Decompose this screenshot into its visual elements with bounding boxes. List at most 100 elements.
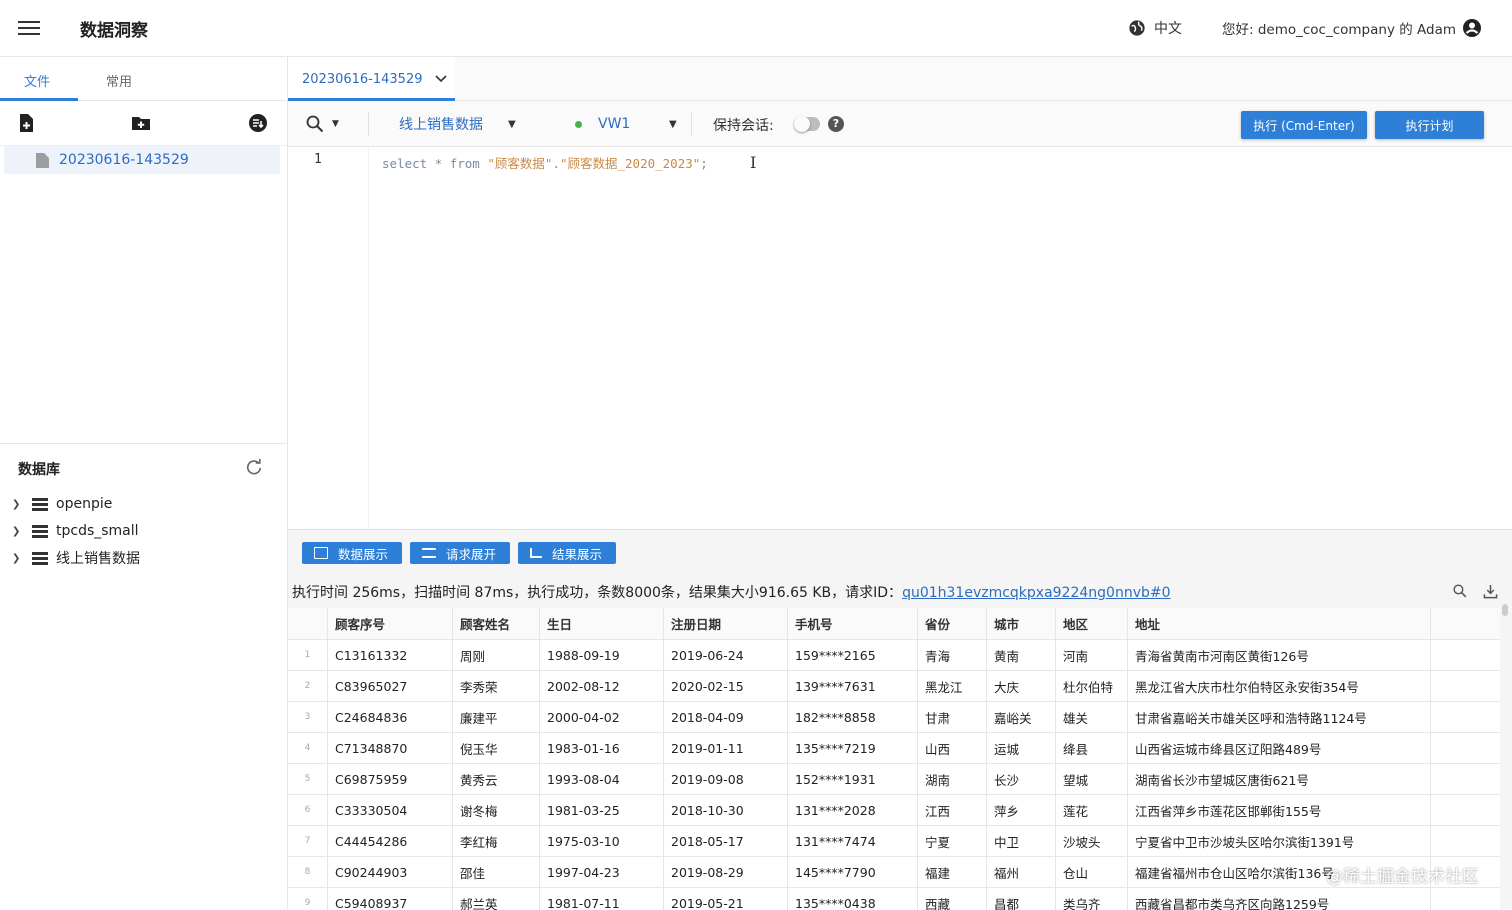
column-header[interactable]: 地址: [1128, 608, 1431, 639]
column-header[interactable]: 手机号: [788, 608, 918, 639]
column-header[interactable]: 顾客姓名: [453, 608, 540, 639]
db-item-openpie[interactable]: ❯ openpie: [12, 492, 112, 516]
column-header[interactable]: 地区: [1056, 608, 1128, 639]
user-menu[interactable]: 您好: demo_coc_company 的 Adam: [1222, 18, 1482, 38]
run-button[interactable]: 执行 (Cmd-Enter): [1241, 111, 1367, 139]
table-cell: 山西: [918, 733, 987, 763]
table-cell: 1975-03-10: [540, 826, 664, 856]
db-item-online-sales[interactable]: ❯ 线上销售数据: [12, 546, 140, 570]
download-icon[interactable]: [1483, 584, 1498, 599]
table-row[interactable]: 3 C24684836 廉建平 2000-04-02 2018-04-09 182****…: [288, 702, 1500, 733]
refresh-icon[interactable]: [245, 458, 263, 476]
subdirectory-arrow-icon: [530, 548, 543, 558]
column-header[interactable]: 生日: [540, 608, 664, 639]
table-row[interactable]: 2 C83965027 李秀荣 2002-08-12 2020-02-15 139****…: [288, 671, 1500, 702]
table-cell: 135****7219: [788, 733, 918, 763]
table-cell: 145****7790: [788, 857, 918, 887]
request-expand-button[interactable]: 请求展开: [410, 542, 511, 564]
table-row[interactable]: 7 C44454286 李红梅 1975-03-10 2018-05-17 131****…: [288, 826, 1500, 857]
table-cell: C33330504: [328, 795, 453, 825]
table-cell: 江西省萍乡市莲花区邯郸街155号: [1128, 795, 1431, 825]
table-cell: C83965027: [328, 671, 453, 701]
help-icon[interactable]: ?: [828, 116, 844, 132]
keep-session-toggle[interactable]: [794, 116, 820, 132]
table-cell: C13161332: [328, 640, 453, 670]
table-cell: 郝兰英: [453, 888, 540, 910]
table-cell: 仓山: [1056, 857, 1128, 887]
file-item[interactable]: 20230616-143529: [4, 146, 280, 174]
language-label: 中文: [1154, 21, 1182, 37]
column-header[interactable]: 注册日期: [664, 608, 788, 639]
top-bar: 数据洞察 中文 您好: demo_coc_company 的 Adam: [0, 0, 1512, 57]
app-title: 数据洞察: [80, 21, 148, 41]
row-number: 9: [288, 888, 328, 910]
table-cell: 福建: [918, 857, 987, 887]
request-id-link[interactable]: qu01h31evzmcqkpxa9224ng0nnvb#0: [902, 585, 1170, 601]
new-file-icon[interactable]: [16, 113, 36, 133]
new-folder-icon[interactable]: [131, 113, 151, 133]
main-area: 20230616-143529 ▼ 线上销售数据 ▼ VW1 ▼ 保持会话: ?…: [288, 57, 1512, 910]
chevron-right-icon[interactable]: ❯: [12, 499, 22, 510]
chevron-right-icon[interactable]: ❯: [12, 553, 22, 564]
table-row[interactable]: 6 C33330504 谢冬梅 1981-03-25 2018-10-30 131****…: [288, 795, 1500, 826]
search-menu[interactable]: ▼: [306, 113, 351, 135]
results-buttons: 数据展示 请求展开 结果展示: [302, 542, 617, 564]
table-cell: 西藏: [918, 888, 987, 910]
table-cell: 1981-03-25: [540, 795, 664, 825]
caret-down-icon: ▼: [332, 119, 339, 129]
table-cell: 湖南省长沙市望城区唐街621号: [1128, 764, 1431, 794]
chevron-right-icon[interactable]: ❯: [12, 526, 22, 537]
table-cell: 135****0438: [788, 888, 918, 910]
table-cell: 青海省黄南市河南区黄街126号: [1128, 640, 1431, 670]
text-cursor-icon: I: [750, 153, 757, 172]
table-cell: 望城: [1056, 764, 1128, 794]
menu-icon[interactable]: [18, 18, 40, 38]
greeting-text: 您好: demo_coc_company 的 Adam: [1222, 22, 1457, 38]
table-row[interactable]: 8 C90244903 邵佳 1997-04-23 2019-08-29 145****7…: [288, 857, 1500, 888]
sql-editor[interactable]: 1 select * from "顾客数据"."顾客数据_2020_2023";…: [288, 147, 1512, 529]
search-icon[interactable]: [1453, 584, 1467, 598]
table-row[interactable]: 9 C59408937 郝兰英 1981-07-11 2019-05-21 135****…: [288, 888, 1500, 910]
warehouse-select-value: VW1: [598, 116, 631, 132]
search-icon: [306, 115, 324, 133]
chevron-down-icon[interactable]: [434, 75, 447, 83]
warehouse-select[interactable]: VW1 ▼: [575, 113, 679, 135]
table-cell: 131****2028: [788, 795, 918, 825]
table-row[interactable]: 4 C71348870 倪玉华 1983-01-16 2019-01-11 135****…: [288, 733, 1500, 764]
table-body: 1 C13161332 周刚 1988-09-19 2019-06-24 159****2…: [288, 640, 1500, 910]
code-line[interactable]: select * from "顾客数据"."顾客数据_2020_2023";: [382, 153, 708, 172]
db-item-tpcds-small[interactable]: ❯ tpcds_small: [12, 519, 139, 543]
watermark: @稀土掘金技术社区: [1326, 867, 1479, 887]
table-cell: C69875959: [328, 764, 453, 794]
editor-tabs: 20230616-143529: [288, 57, 1512, 101]
column-header[interactable]: 顾客序号: [328, 608, 453, 639]
result-view-button[interactable]: 结果展示: [518, 542, 617, 564]
data-view-button[interactable]: 数据展示: [302, 542, 403, 564]
table-cell: 1988-09-19: [540, 640, 664, 670]
status-dot: [575, 120, 582, 128]
code-operator: *: [427, 156, 450, 171]
editor-tab[interactable]: 20230616-143529: [288, 57, 455, 101]
table-cell: 1993-08-04: [540, 764, 664, 794]
row-number: 3: [288, 702, 328, 732]
table-cell: 沙坡头: [1056, 826, 1128, 856]
table-cell: 黄南: [987, 640, 1056, 670]
import-icon[interactable]: [248, 113, 268, 133]
table-cell: 运城: [987, 733, 1056, 763]
execution-status: 执行时间 256ms，扫描时间 87ms，执行成功，条数8000条，结果集大小9…: [292, 582, 1171, 602]
execution-plan-button[interactable]: 执行计划: [1375, 111, 1484, 139]
table-row[interactable]: 1 C13161332 周刚 1988-09-19 2019-06-24 159****2…: [288, 640, 1500, 671]
table-cell: 黑龙江: [918, 671, 987, 701]
table-cell: 江西: [918, 795, 987, 825]
tab-favorites[interactable]: 常用: [106, 71, 132, 90]
language-switcher[interactable]: 中文: [1128, 18, 1182, 38]
request-expand-label: 请求展开: [446, 546, 497, 562]
tab-files[interactable]: 文件: [24, 71, 50, 90]
table-cell: 2018-04-09: [664, 702, 788, 732]
column-header[interactable]: 城市: [987, 608, 1056, 639]
keep-session-label: 保持会话:: [713, 118, 774, 134]
column-header[interactable]: 省份: [918, 608, 987, 639]
scrollbar[interactable]: [1502, 604, 1508, 616]
table-row[interactable]: 5 C69875959 黄秀云 1993-08-04 2019-09-08 152****…: [288, 764, 1500, 795]
database-select[interactable]: 线上销售数据 ▼: [399, 113, 519, 135]
